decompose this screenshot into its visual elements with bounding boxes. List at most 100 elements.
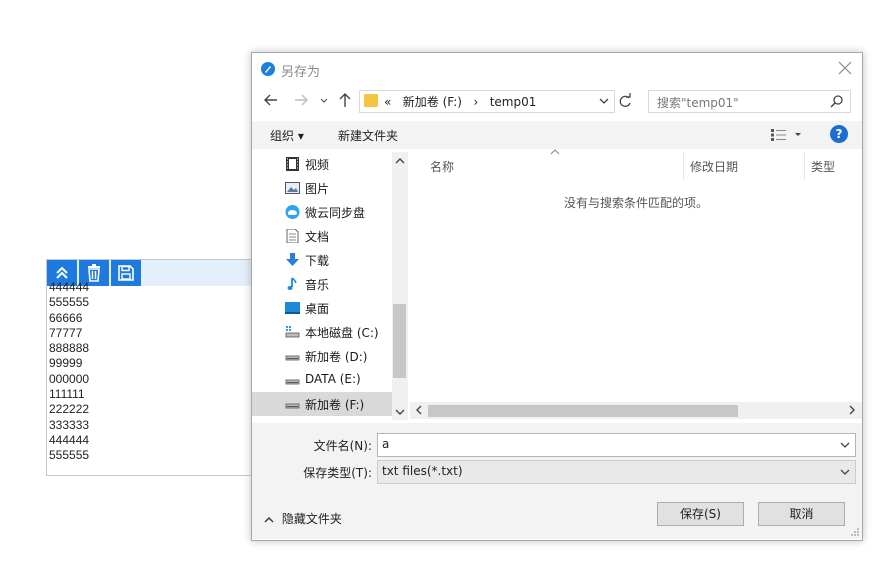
scrollbar-thumb[interactable] <box>428 405 738 417</box>
chevron-up-icon <box>264 516 274 522</box>
list-item: 555555 <box>49 295 90 310</box>
dialog-titlebar: 另存为 <box>252 53 862 85</box>
sidebar-item-desktop[interactable]: 桌面 <box>252 296 392 320</box>
list-item: 444444 <box>49 280 90 294</box>
dialog-title: 另存为 <box>281 65 321 80</box>
sidebar-item-videos[interactable]: 视频 <box>252 152 392 176</box>
picture-icon <box>285 182 300 194</box>
list-item: 111111 <box>49 387 85 402</box>
breadcrumb: « 新加卷 (F:) › temp01 <box>384 93 536 110</box>
new-folder-button[interactable]: 新建文件夹 <box>338 127 398 144</box>
arrow-right-icon <box>295 94 308 106</box>
navigation-pane: 视频 图片 微云同步盘 文档 下载 音乐 桌面 本地磁盘 (C:) 新加卷 (D… <box>252 152 408 420</box>
filename-label: 文件名(N): <box>313 439 372 453</box>
column-divider[interactable] <box>804 152 805 180</box>
breadcrumb-drive[interactable]: 新加卷 (F:) <box>403 95 462 109</box>
sidebar-item-label: 图片 <box>305 182 330 196</box>
double-chevron-up-icon <box>56 266 68 279</box>
sidebar-item-drive-d[interactable]: 新加卷 (D:) <box>252 344 392 368</box>
filetype-value: txt files(*.txt) <box>382 464 463 478</box>
refresh-button[interactable] <box>616 91 634 111</box>
list-item: 66666 <box>49 310 83 325</box>
command-bar: 组织 ▾ 新建文件夹 ? <box>252 121 862 149</box>
folder-icon <box>364 94 378 107</box>
filetype-select[interactable]: txt files(*.txt) <box>377 460 856 484</box>
scroll-up-button[interactable] <box>395 156 405 166</box>
sidebar-item-label: 下载 <box>305 254 330 268</box>
help-button[interactable]: ? <box>830 125 848 143</box>
chevron-down-icon <box>395 409 405 415</box>
navigation-scrollbar[interactable] <box>392 152 408 420</box>
chevron-left-icon <box>416 405 422 415</box>
sidebar-item-label: 文档 <box>305 230 330 244</box>
address-dropdown-button[interactable] <box>598 94 610 108</box>
view-options-button[interactable] <box>770 128 802 142</box>
sidebar-item-label: 新加卷 (F:) <box>305 398 365 412</box>
forward-button[interactable] <box>292 91 310 109</box>
list-item: 99999 <box>49 356 83 371</box>
breadcrumb-overflow[interactable]: « <box>384 95 391 109</box>
sidebar-item-label: 本地磁盘 (C:) <box>305 326 379 340</box>
sidebar-item-label: 新加卷 (D:) <box>305 350 368 364</box>
chevron-down-icon <box>320 98 328 103</box>
sidebar-item-weiyun[interactable]: 微云同步盘 <box>252 200 392 224</box>
column-header-name[interactable]: 名称 <box>430 158 454 175</box>
sidebar-item-drive-c[interactable]: 本地磁盘 (C:) <box>252 320 392 344</box>
filename-value: a <box>382 437 390 451</box>
column-divider[interactable] <box>683 152 684 180</box>
arrow-left-icon <box>264 94 277 106</box>
floppy-disk-icon <box>118 265 134 281</box>
chevron-up-icon <box>395 158 405 164</box>
scrollbar-thumb[interactable] <box>393 304 406 378</box>
breadcrumb-folder[interactable]: temp01 <box>490 95 537 109</box>
back-button[interactable] <box>262 91 280 109</box>
sidebar-item-downloads[interactable]: 下载 <box>252 248 392 272</box>
resize-grip-icon[interactable] <box>850 527 860 537</box>
close-icon <box>838 61 852 75</box>
chevron-down-icon <box>840 469 850 475</box>
list-item: 444444 <box>49 432 90 447</box>
save-button[interactable]: 保存(S) <box>657 502 744 526</box>
sidebar-item-label: 音乐 <box>305 278 330 292</box>
organize-menu[interactable]: 组织 ▾ <box>270 127 304 144</box>
horizontal-scrollbar[interactable] <box>410 402 862 419</box>
scroll-down-button[interactable] <box>395 407 405 417</box>
filetype-label: 保存类型(T): <box>303 466 372 480</box>
desktop-icon <box>285 302 300 314</box>
hide-folders-toggle[interactable]: 隐藏文件夹 <box>264 510 342 527</box>
empty-message: 没有与搜索条件匹配的项。 <box>563 196 708 210</box>
text-list-panel: 444444 555555 66666 77777 888888 99999 0… <box>46 259 254 476</box>
close-button[interactable] <box>836 59 854 77</box>
column-header-modified[interactable]: 修改日期 <box>690 158 738 175</box>
column-header-type[interactable]: 类型 <box>811 158 835 175</box>
sidebar-item-label: 微云同步盘 <box>305 206 366 220</box>
filename-input[interactable]: a <box>377 433 856 457</box>
list-item: 333333 <box>49 417 90 432</box>
sidebar-item-music[interactable]: 音乐 <box>252 272 392 296</box>
address-bar[interactable]: « 新加卷 (F:) › temp01 <box>359 90 615 113</box>
sidebar-item-documents[interactable]: 文档 <box>252 224 392 248</box>
drive-icon <box>285 403 300 409</box>
scroll-left-button[interactable] <box>414 404 424 419</box>
filetype-dropdown-button[interactable] <box>839 465 851 479</box>
filename-dropdown-button[interactable] <box>839 438 851 452</box>
os-drive-icon <box>285 326 300 338</box>
sidebar-item-pictures[interactable]: 图片 <box>252 176 392 200</box>
save-options: 文件名(N): a 保存类型(T): txt files(*.txt) 隐藏文件… <box>252 423 862 539</box>
list-item: 222222 <box>49 402 90 417</box>
list-item: 555555 <box>49 448 90 463</box>
cancel-button[interactable]: 取消 <box>758 502 845 526</box>
drive-icon <box>285 355 300 361</box>
sidebar-item-drive-e[interactable]: DATA (E:) <box>252 368 392 392</box>
scroll-right-button[interactable] <box>847 404 857 419</box>
download-icon <box>286 253 299 266</box>
search-input[interactable]: 搜索"temp01" <box>648 90 851 113</box>
sidebar-item-label: 视频 <box>305 158 330 172</box>
up-button[interactable] <box>336 91 354 109</box>
recent-locations-button[interactable] <box>319 91 329 109</box>
chevron-right-icon <box>849 405 855 415</box>
sidebar-item-drive-f[interactable]: 新加卷 (F:) <box>252 392 392 416</box>
save-panel-button[interactable] <box>111 260 141 286</box>
document-icon <box>286 229 299 243</box>
video-icon <box>286 157 299 171</box>
